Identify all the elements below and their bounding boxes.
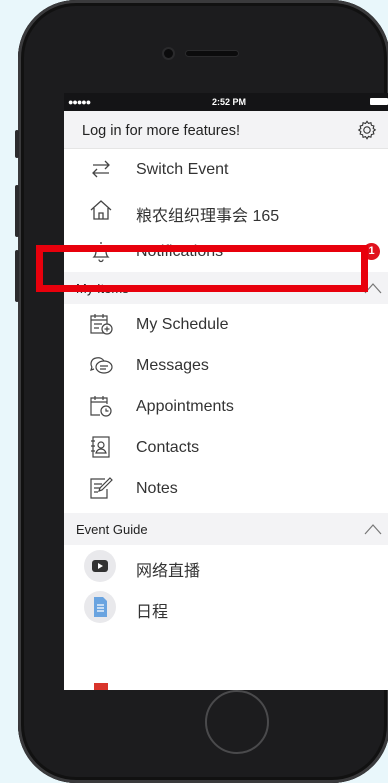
- menu-item-event-home[interactable]: 粮农组织理事会 165: [64, 190, 388, 231]
- menu-item-webcast[interactable]: 网络直播: [64, 545, 388, 586]
- login-prompt[interactable]: Log in for more features!: [82, 123, 240, 139]
- menu-item-label: Contacts: [136, 439, 200, 456]
- front-camera: [164, 49, 173, 58]
- partial-next-item-icon: [94, 683, 108, 690]
- menu-item-label: Switch Event: [136, 161, 229, 178]
- menu-item-label: 网络直播: [136, 563, 201, 580]
- menu-item-messages[interactable]: Messages: [64, 345, 388, 386]
- chat-bubbles-icon: [90, 357, 113, 374]
- menu-item-label: My Schedule: [136, 316, 229, 333]
- menu-item-label: 日程: [136, 604, 169, 621]
- switch-arrows-icon: [92, 160, 110, 178]
- volume-up-button: [15, 185, 19, 237]
- earpiece-speaker: [186, 51, 238, 56]
- login-header[interactable]: Log in for more features!: [64, 111, 388, 149]
- calendar-clock-icon: [90, 396, 112, 417]
- section-title: Event Guide: [76, 522, 148, 537]
- note-pencil-icon: [90, 477, 113, 499]
- menu-item-switch-event[interactable]: Switch Event: [64, 149, 388, 190]
- mute-switch: [15, 130, 19, 158]
- menu-item-my-schedule[interactable]: My Schedule: [64, 304, 388, 345]
- menu-item-contacts[interactable]: Contacts: [64, 427, 388, 468]
- status-bar: ●●●●● 2:52 PM: [64, 93, 388, 111]
- document-icon: [84, 591, 116, 623]
- calendar-add-icon: [90, 314, 113, 335]
- home-button[interactable]: [205, 690, 269, 754]
- menu-item-agenda[interactable]: 日程: [64, 586, 388, 627]
- menu-item-label: Appointments: [136, 398, 234, 415]
- chevron-up-icon[interactable]: [364, 523, 382, 535]
- app-screen: ●●●●● 2:52 PM Log in for more features! …: [64, 93, 388, 690]
- notifications-highlight-box: [36, 245, 368, 292]
- menu-item-label: 粮农组织理事会 165: [136, 208, 280, 225]
- menu-item-appointments[interactable]: Appointments: [64, 386, 388, 427]
- address-book-icon: [91, 436, 110, 458]
- menu-item-label: Messages: [136, 357, 209, 374]
- phone-frame: ●●●●● 2:52 PM Log in for more features! …: [15, 0, 388, 783]
- menu-item-notes[interactable]: Notes: [64, 468, 388, 509]
- gear-icon[interactable]: [356, 119, 378, 141]
- battery-icon: [370, 98, 388, 105]
- menu-item-label: Notes: [136, 480, 178, 497]
- volume-down-button: [15, 250, 19, 302]
- status-time: 2:52 PM: [211, 97, 246, 107]
- section-event-guide[interactable]: Event Guide: [64, 513, 388, 545]
- play-video-icon: [84, 550, 116, 582]
- home-icon: [90, 200, 112, 220]
